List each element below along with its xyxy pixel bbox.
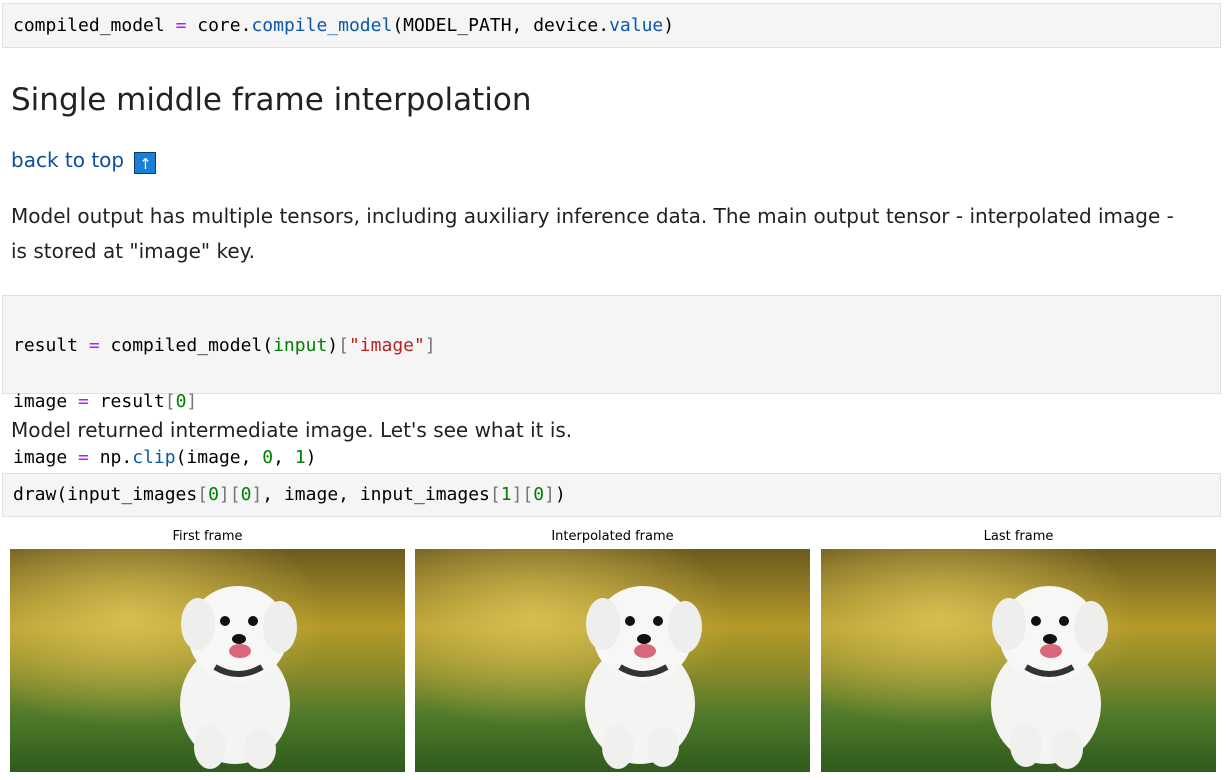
code-token: compiled_model	[13, 15, 176, 36]
up-arrow-icon: ↑	[134, 152, 157, 174]
first-frame-image	[10, 549, 405, 772]
code-line: image = result[0]	[13, 391, 198, 412]
code-cell-compile[interactable]: compiled_model = core.compile_model(MODE…	[2, 3, 1221, 48]
code-line: result = compiled_model(input)["image"]	[13, 335, 436, 356]
code-token: )	[663, 15, 675, 36]
code-token: =	[175, 15, 187, 36]
code-token: compile_model	[251, 15, 393, 36]
caption-first-frame: First frame	[172, 529, 243, 544]
puppy-photo	[821, 549, 1216, 772]
puppy-photo	[415, 549, 810, 772]
paragraph-line: Model output has multiple tensors, inclu…	[11, 204, 1174, 228]
last-frame-image	[821, 549, 1216, 772]
code-line: image = np.clip(image, 0, 1)	[13, 447, 317, 468]
section-heading: Single middle frame interpolation	[11, 82, 532, 118]
paragraph-line: is stored at "image" key.	[11, 239, 255, 263]
code-token: core.	[186, 15, 252, 36]
caption-last-frame: Last frame	[983, 529, 1054, 544]
interpolated-frame-image	[415, 549, 810, 772]
back-to-top-link[interactable]: back to top ↑	[11, 146, 157, 174]
caption-interpolated-frame: Interpolated frame	[551, 529, 674, 544]
code-cell-draw[interactable]: draw(input_images[0][0], image, input_im…	[2, 473, 1221, 517]
code-token: (MODEL_PATH, device.	[392, 15, 610, 36]
paragraph-output-description: Model output has multiple tensors, inclu…	[11, 199, 1174, 269]
paragraph-intermediate: Model returned intermediate image. Let's…	[11, 418, 573, 442]
code-token: value	[609, 15, 664, 36]
code-cell-inference[interactable]: result = compiled_model(input)["image"] …	[2, 295, 1221, 468]
back-to-top-label: back to top	[11, 148, 125, 172]
puppy-photo	[10, 549, 405, 772]
